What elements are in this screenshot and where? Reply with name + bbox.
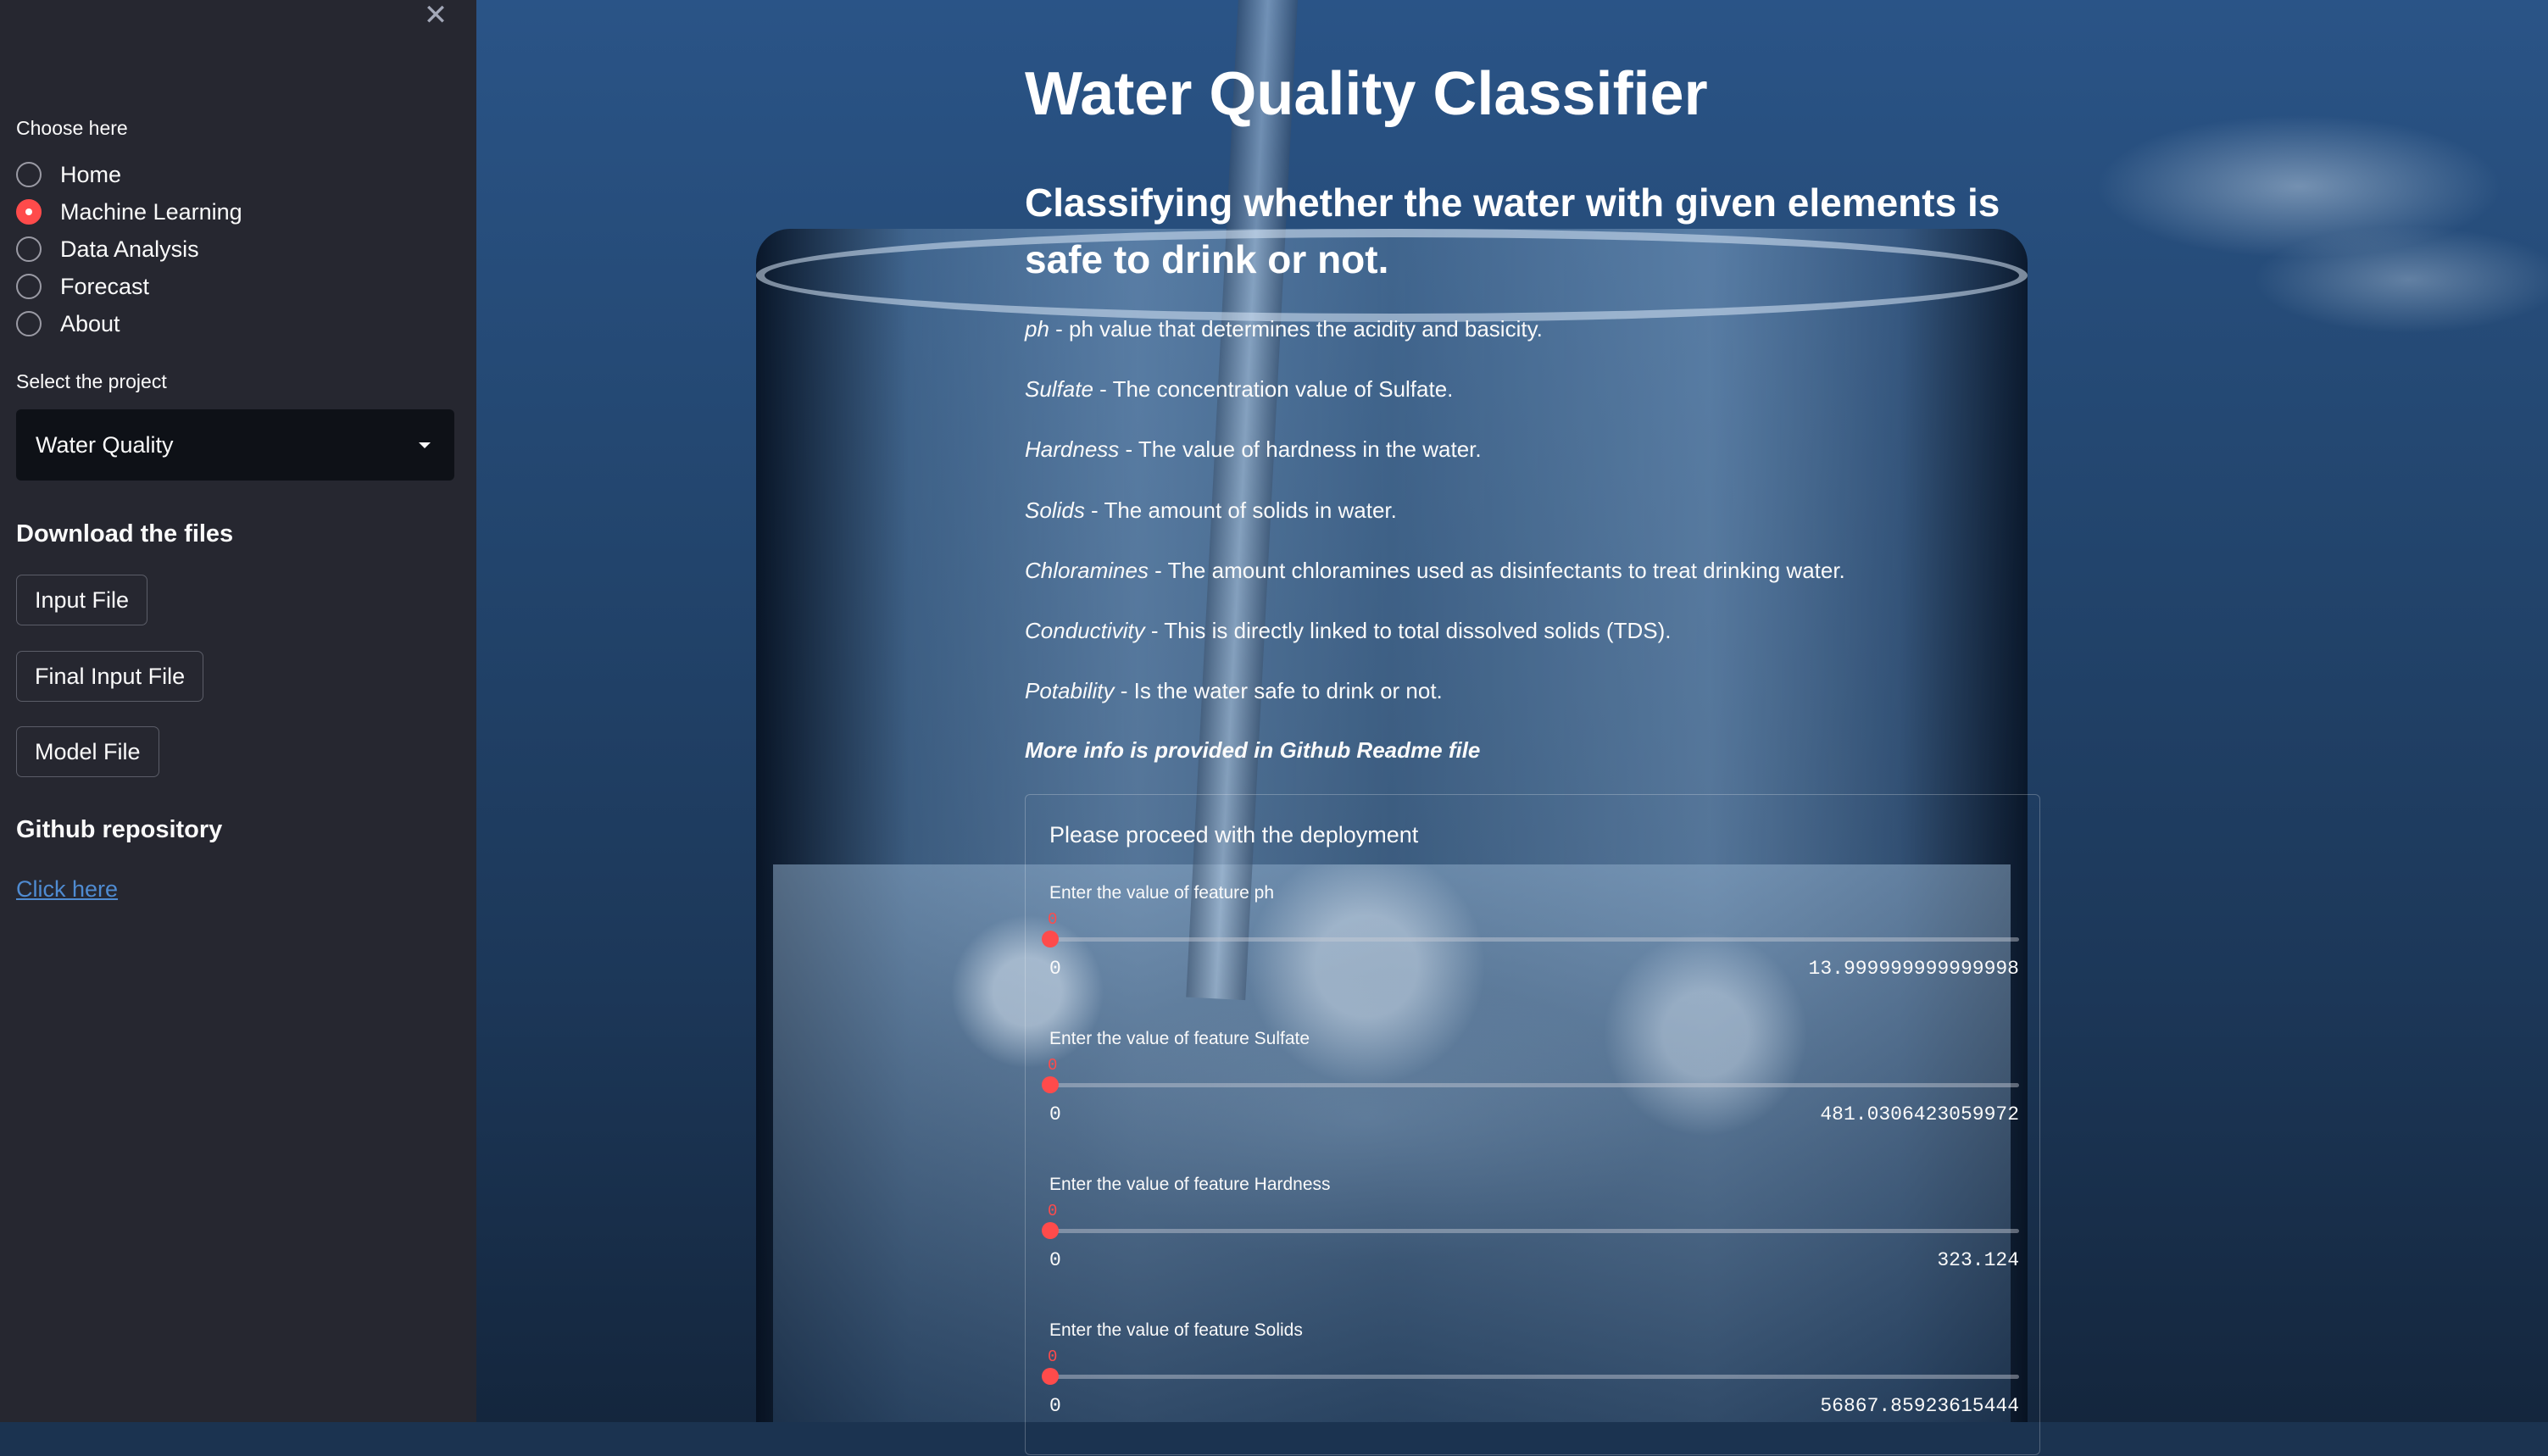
feature-desc: - The value of hardness in the water. [1119,436,1482,462]
feature-name: Potability [1025,678,1115,703]
github-link[interactable]: Click here [16,876,118,903]
project-select[interactable]: Water Quality [16,409,454,481]
slider-sulfate[interactable]: Enter the value of feature Sulfate 0 0 4… [1042,1029,2019,1164]
feature-desc: - The amount of solids in water. [1084,497,1397,523]
slider-min: 0 [1049,1103,1061,1125]
slider-track[interactable] [1049,1229,2019,1233]
deployment-form: Please proceed with the deployment Enter… [1025,794,2040,1455]
slider-thumb[interactable] [1042,1222,1059,1239]
radio-label: About [60,310,120,336]
feature-desc: - ph value that determines the acidity a… [1049,316,1543,342]
radio-label: Data Analysis [60,236,199,262]
slider-min: 0 [1049,958,1061,980]
radio-circle-icon [16,236,42,262]
radio-label: Forecast [60,273,150,299]
github-heading: Github repository [16,816,223,843]
feature-desc: - The concentration value of Sulfate. [1093,376,1454,402]
radio-label: Home [60,161,122,187]
project-select-label: Select the project [16,370,167,392]
close-sidebar-button[interactable]: ✕ [420,0,451,31]
caret-down-icon [419,442,431,448]
final-input-file-button[interactable]: Final Input File [16,651,204,702]
radio-circle-icon [16,311,42,336]
close-icon: ✕ [423,0,448,31]
sidebar: ✕ Choose here Home Machine Learning Data… [0,0,476,1422]
project-select-value: Water Quality [36,431,174,458]
slider-thumb[interactable] [1042,1368,1059,1385]
feature-name: Solids [1025,497,1085,523]
radio-data-analysis[interactable]: Data Analysis [16,232,199,266]
slider-current-value: 0 [1048,1056,1058,1075]
radio-machine-learning[interactable]: Machine Learning [16,195,242,229]
slider-current-value: 0 [1048,1202,1058,1220]
slider-label: Enter the value of feature Hardness [1049,1175,1331,1194]
radio-label: Machine Learning [60,198,242,225]
slider-hardness[interactable]: Enter the value of feature Hardness 0 0 … [1042,1175,2019,1310]
radio-circle-icon [16,274,42,299]
slider-label: Enter the value of feature Solids [1049,1320,1303,1340]
feature-description: ph - ph value that determines the acidit… [1025,316,1543,342]
nav-label: Choose here [16,117,128,139]
form-heading: Please proceed with the deployment [1049,822,1419,847]
slider-min: 0 [1049,1395,1061,1417]
slider-current-value: 0 [1048,1348,1058,1366]
feature-description: Conductivity - This is directly linked t… [1025,618,1671,644]
download-heading: Download the files [16,520,234,547]
radio-about[interactable]: About [16,307,120,341]
feature-desc: - The amount chloramines used as disinfe… [1148,558,1845,583]
slider-track[interactable] [1049,937,2019,942]
more-info-note: More info is provided in Github Readme f… [1025,737,1481,763]
slider-label: Enter the value of feature Sulfate [1049,1029,1310,1048]
radio-checked-icon [16,199,42,225]
slider-ph[interactable]: Enter the value of feature ph 0 0 13.999… [1042,883,2019,1019]
slider-min: 0 [1049,1249,1061,1271]
feature-description: Potability - Is the water safe to drink … [1025,678,1443,704]
input-file-button[interactable]: Input File [16,575,148,625]
page-subtitle: Classifying whether the water with given… [1025,181,2000,281]
feature-name: ph [1025,316,1049,342]
slider-max: 323.124 [1937,1249,2019,1271]
feature-description: Chloramines - The amount chloramines use… [1025,558,1845,584]
feature-description: Solids - The amount of solids in water. [1025,497,1397,524]
slider-track[interactable] [1049,1375,2019,1379]
feature-name: Conductivity [1025,618,1145,643]
slider-thumb[interactable] [1042,931,1059,948]
slider-max: 56867.85923615444 [1820,1395,2019,1417]
feature-description: Sulfate - The concentration value of Sul… [1025,376,1453,403]
feature-name: Chloramines [1025,558,1149,583]
feature-description: Hardness - The value of hardness in the … [1025,436,1482,463]
feature-desc: - This is directly linked to total disso… [1144,618,1672,643]
feature-desc: - Is the water safe to drink or not. [1114,678,1443,703]
feature-name: Sulfate [1025,376,1093,402]
page-title: Water Quality Classifier [1025,60,1708,128]
radio-home[interactable]: Home [16,158,121,192]
slider-track[interactable] [1049,1083,2019,1087]
feature-name: Hardness [1025,436,1120,462]
model-file-button[interactable]: Model File [16,726,159,777]
slider-thumb[interactable] [1042,1076,1059,1093]
slider-max: 481.0306423059972 [1820,1103,2019,1125]
slider-max: 13.999999999999998 [1808,958,2019,980]
radio-forecast[interactable]: Forecast [16,270,149,303]
slider-current-value: 0 [1048,910,1058,929]
radio-circle-icon [16,162,42,187]
slider-solids[interactable]: Enter the value of feature Solids 0 0 56… [1042,1320,2019,1456]
slider-label: Enter the value of feature ph [1049,883,1275,903]
